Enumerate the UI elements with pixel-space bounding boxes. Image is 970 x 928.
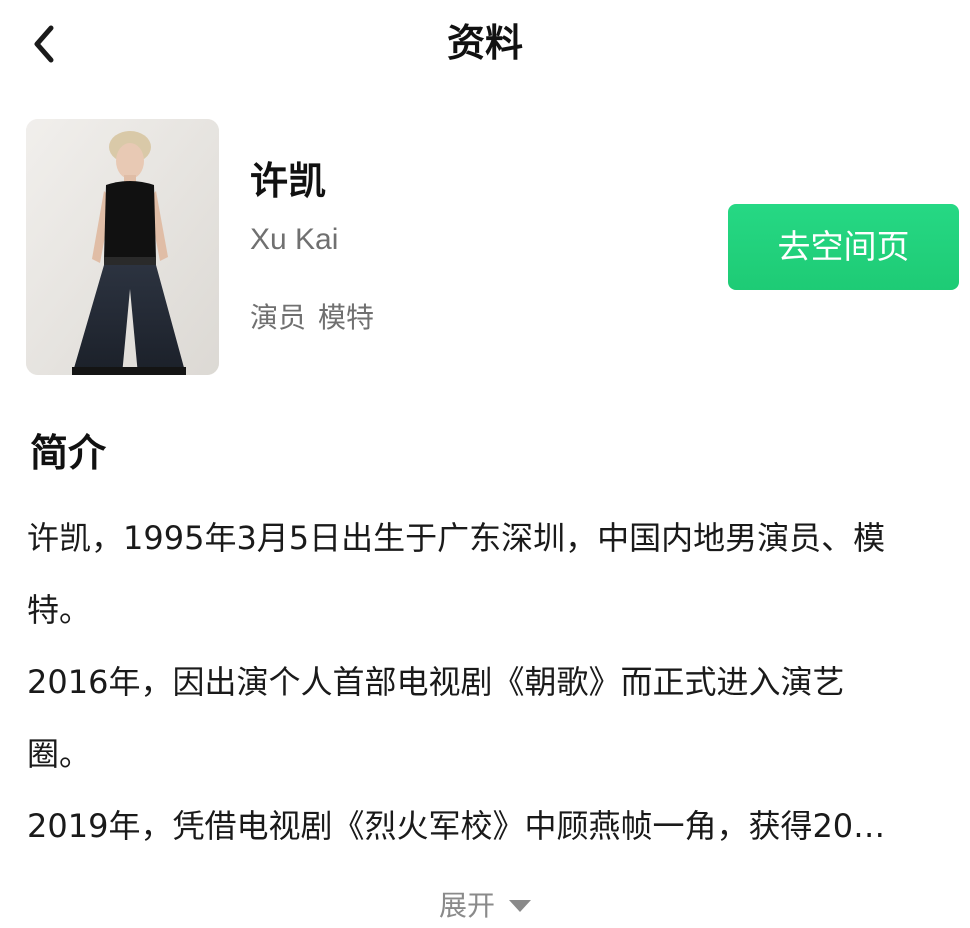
person-photo-image bbox=[26, 119, 219, 375]
caret-down-icon bbox=[509, 900, 531, 912]
occupation-tag: 模特 bbox=[318, 301, 375, 334]
header-bar: 资料 bbox=[0, 0, 970, 90]
artist-name-english: Xu Kai bbox=[250, 223, 339, 256]
go-to-space-button[interactable]: 去空间页 bbox=[728, 204, 959, 290]
occupation-tags: 演员 模特 bbox=[250, 298, 374, 338]
chevron-left-icon bbox=[34, 25, 54, 63]
intro-text: 许凯，1995年3月5日出生于广东深圳，中国内地男演员、模 特。 2016年，因… bbox=[27, 502, 957, 862]
intro-line: 2016年，因出演个人首部电视剧《朝歌》而正式进入演艺 bbox=[27, 663, 845, 701]
profile-photo[interactable] bbox=[26, 119, 219, 375]
expand-button[interactable]: 展开 bbox=[0, 884, 970, 928]
intro-line: 2019年，凭借电视剧《烈火军校》中顾燕帧一角，获得20… bbox=[27, 807, 886, 845]
intro-line: 特。 bbox=[27, 591, 92, 629]
artist-name: 许凯 bbox=[250, 159, 327, 203]
intro-line: 许凯，1995年3月5日出生于广东深圳，中国内地男演员、模 bbox=[27, 519, 886, 557]
page-title: 资料 bbox=[446, 21, 523, 65]
expand-label: 展开 bbox=[438, 889, 495, 922]
back-button[interactable] bbox=[22, 20, 66, 68]
intro-heading: 简介 bbox=[30, 431, 107, 475]
intro-line: 圈。 bbox=[27, 735, 92, 773]
occupation-tag: 演员 bbox=[250, 301, 307, 334]
